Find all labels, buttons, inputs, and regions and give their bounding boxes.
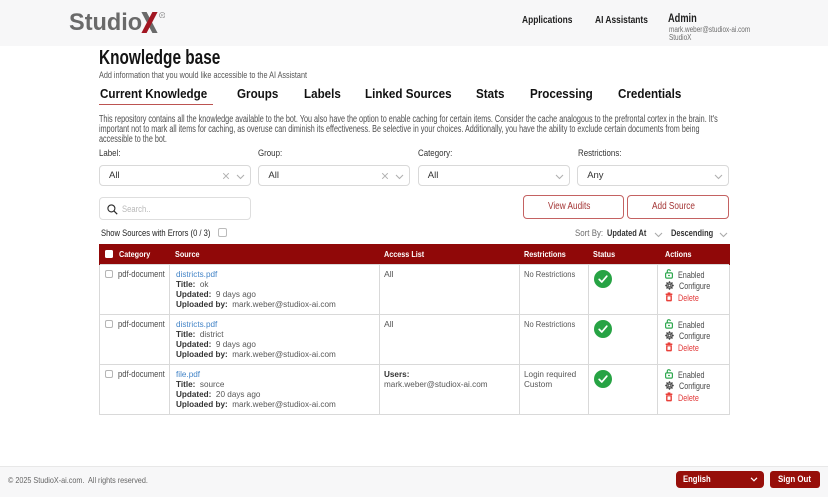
svg-text:R: R [160,12,163,17]
